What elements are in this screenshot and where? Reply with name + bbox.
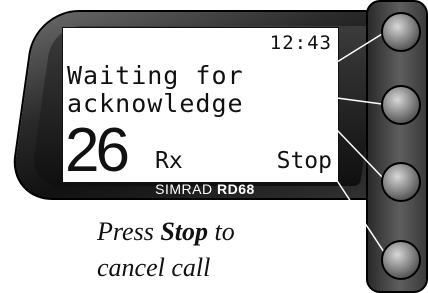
clock-readout: 12:43 (269, 32, 332, 54)
soft-key-1[interactable] (381, 12, 421, 52)
caption-line1: Press Stop to (97, 214, 235, 250)
status-message-line2: acknowledge (67, 89, 244, 118)
brand-label: SIMRAD RD68 (130, 181, 280, 197)
soft-key-stop[interactable] (381, 240, 421, 280)
caption-line2: cancel call (97, 253, 211, 282)
lcd-screen: 12:43 Waiting for acknowledge 26 Rx Stop (62, 27, 339, 183)
caption-text-to: to (208, 217, 235, 246)
caption-text-press: Press (97, 217, 161, 246)
instruction-caption: Press Stop to cancel call (97, 214, 235, 286)
channel-number: 26 (65, 116, 130, 185)
mode-indicator: Rx (155, 148, 183, 174)
caption-text-stop: Stop (160, 217, 208, 246)
model-name: RD68 (217, 181, 255, 197)
status-message-line1: Waiting for (67, 61, 244, 90)
brand-name: SIMRAD (155, 181, 213, 197)
soft-key-3[interactable] (381, 162, 421, 202)
soft-key-label-stop: Stop (276, 148, 332, 174)
soft-key-2[interactable] (381, 85, 421, 125)
